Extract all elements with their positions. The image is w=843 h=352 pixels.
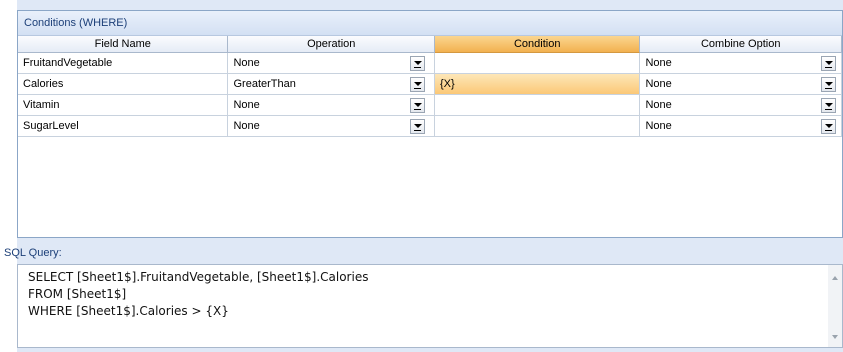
condition-input[interactable] [434,95,641,116]
conditions-panel: Conditions (WHERE) Field Name Operation … [17,10,843,238]
combine-option-select[interactable]: None [640,53,842,74]
dropdown-arrow-icon[interactable] [821,56,837,71]
operation-value: GreaterThan [233,78,296,90]
sql-query-text: SELECT [Sheet1$].FruitandVegetable, [She… [28,269,368,320]
left-margin [0,0,17,352]
vertical-scrollbar[interactable] [828,265,842,347]
dropdown-arrow-icon[interactable] [410,77,426,92]
field-name-cell[interactable]: SugarLevel [18,116,229,137]
table-row: Vitamin None None [18,95,842,116]
sql-line: SELECT [Sheet1$].FruitandVegetable, [She… [28,270,369,284]
combine-option-value: None [645,78,672,90]
field-name-cell[interactable]: Vitamin [18,95,229,116]
table-row: FruitandVegetable None None [18,53,842,74]
column-header-field-name[interactable]: Field Name [18,36,229,53]
dropdown-arrow-icon[interactable] [821,77,837,92]
dropdown-arrow-icon[interactable] [821,98,837,113]
field-name-cell[interactable]: Calories [18,74,229,95]
sql-line: FROM [Sheet1$] [28,287,127,301]
grid-header-row: Field Name Operation Condition Combine O… [18,36,842,53]
operation-select[interactable]: None [228,95,435,116]
combine-option-value: None [645,99,672,111]
operation-value: None [233,120,260,132]
sql-line: WHERE [Sheet1$].Calories > {X} [28,304,229,318]
condition-input[interactable]: {X} [434,74,641,95]
sql-query-textarea[interactable]: SELECT [Sheet1$].FruitandVegetable, [She… [17,264,843,348]
conditions-grid: Field Name Operation Condition Combine O… [18,36,842,137]
dropdown-arrow-icon[interactable] [410,98,426,113]
combine-option-value: None [645,57,672,69]
combine-option-select[interactable]: None [640,74,842,95]
combine-option-value: None [645,120,672,132]
operation-select[interactable]: GreaterThan [228,74,435,95]
table-row: SugarLevel None None [18,116,842,137]
dropdown-arrow-icon[interactable] [410,56,426,71]
column-header-condition[interactable]: Condition [434,36,641,53]
field-name-cell[interactable]: FruitandVegetable [18,53,229,74]
operation-value: None [233,57,260,69]
scroll-down-icon[interactable] [832,335,838,339]
dropdown-arrow-icon[interactable] [821,119,837,134]
operation-value: None [233,99,260,111]
conditions-panel-title: Conditions (WHERE) [18,11,842,36]
scroll-up-icon[interactable] [832,276,838,280]
operation-select[interactable]: None [228,53,435,74]
operation-select[interactable]: None [228,116,435,137]
combine-option-select[interactable]: None [640,116,842,137]
table-row: Calories GreaterThan {X} None [18,74,842,95]
condition-input[interactable] [434,53,641,74]
condition-input[interactable] [434,116,641,137]
column-header-combine-option[interactable]: Combine Option [640,36,842,53]
column-header-operation[interactable]: Operation [228,36,435,53]
query-builder-window: Conditions (WHERE) Field Name Operation … [0,0,843,352]
dropdown-arrow-icon[interactable] [410,119,426,134]
sql-query-label: SQL Query: [4,247,62,259]
combine-option-select[interactable]: None [640,95,842,116]
